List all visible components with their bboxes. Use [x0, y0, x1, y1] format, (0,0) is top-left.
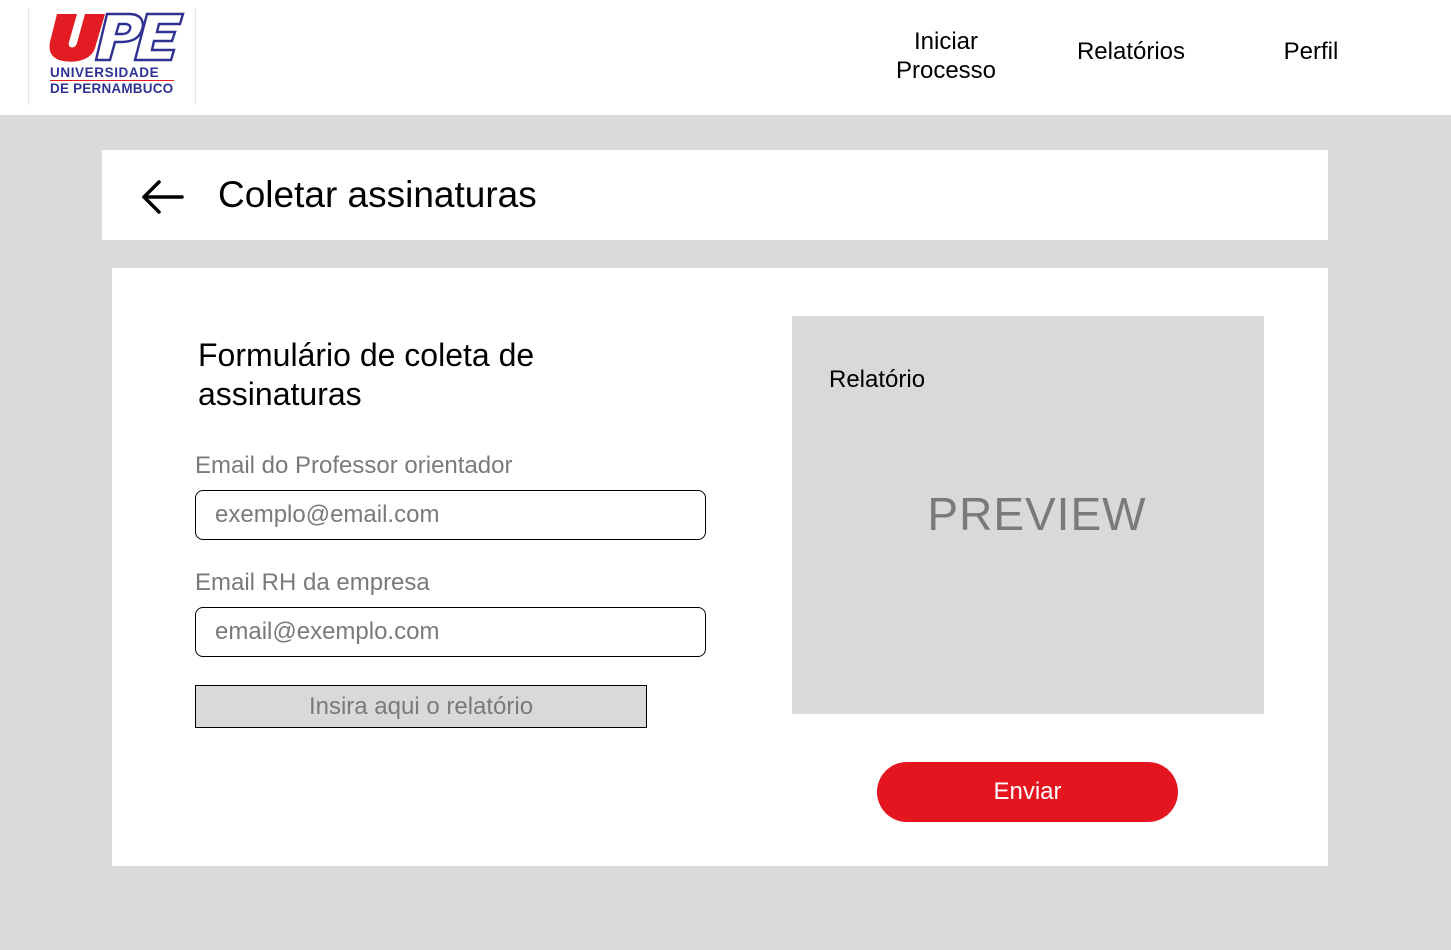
upload-report-button[interactable]: Insira aqui o relatório: [195, 685, 647, 728]
nav-relatorios[interactable]: Relatórios: [1060, 37, 1202, 66]
preview-placeholder: PREVIEW: [927, 488, 1147, 540]
report-preview: Relatório PREVIEW: [792, 316, 1264, 714]
nav-perfil[interactable]: Perfil: [1265, 37, 1357, 66]
form-title: Formulário de coleta de assinaturas: [198, 337, 535, 412]
upe-logo-mark: [49, 12, 185, 62]
arrow-left-icon: [142, 180, 184, 214]
nav-iniciar-processo[interactable]: Iniciar Processo: [880, 27, 1012, 85]
upe-logo[interactable]: UNIVERSIDADE DE PERNAMBUCO: [28, 8, 196, 105]
nav-iniciar-processo-line1: Iniciar: [913, 28, 979, 55]
professor-email-input[interactable]: [195, 490, 706, 540]
hr-email-label: Email RH da empresa: [195, 569, 430, 596]
back-button[interactable]: [140, 177, 186, 217]
page-title: Coletar assinaturas: [218, 174, 537, 215]
signature-form-panel: Formulário de coleta de assinaturas Emai…: [112, 268, 1328, 866]
nav-iniciar-processo-line2: Processo: [895, 57, 997, 84]
top-navigation-bar: UNIVERSIDADE DE PERNAMBUCO Iniciar Proce…: [0, 0, 1451, 115]
page-header: Coletar assinaturas: [102, 150, 1328, 240]
submit-button[interactable]: Enviar: [877, 762, 1178, 822]
hr-email-input[interactable]: [195, 607, 706, 657]
professor-email-label: Email do Professor orientador: [195, 452, 513, 479]
preview-label: Relatório: [829, 366, 926, 393]
logo-text-universidade: UNIVERSIDADE: [50, 65, 160, 80]
logo-text-pernambuco: DE PERNAMBUCO: [50, 81, 174, 96]
